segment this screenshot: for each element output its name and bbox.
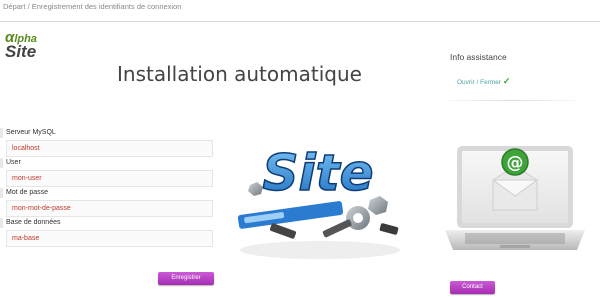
divider bbox=[448, 100, 576, 101]
database-input[interactable]: ma-base bbox=[6, 230, 213, 247]
toggle-label[interactable]: Ouvrir / Fermer bbox=[457, 79, 501, 86]
info-assistance-title: Info assistance bbox=[450, 52, 507, 62]
database-label: Base de données bbox=[0, 218, 61, 228]
user-input[interactable]: mon-user bbox=[6, 170, 213, 187]
logo-site-text: Site bbox=[5, 42, 37, 61]
contact-button[interactable]: Contact bbox=[450, 281, 495, 294]
mysql-server-input[interactable]: localhost bbox=[6, 140, 213, 157]
logo: αlpha Site bbox=[5, 30, 37, 61]
password-label: Mot de passe bbox=[0, 188, 49, 198]
illustration-site-word: Site bbox=[263, 144, 374, 202]
mysql-server-label: Serveur MySQL bbox=[0, 128, 56, 138]
svg-text:@: @ bbox=[507, 153, 524, 173]
save-button[interactable]: Enregistrer bbox=[158, 272, 214, 285]
toggle-link[interactable]: Ouvrir / Fermer ✓ bbox=[457, 76, 510, 87]
page-title: Installation automatique bbox=[117, 62, 362, 86]
laptop-email-illustration: @ bbox=[445, 146, 585, 250]
password-input[interactable]: mon-mot-de-passe bbox=[6, 200, 213, 217]
user-label: User bbox=[0, 158, 21, 168]
checkmark-icon: ✓ bbox=[502, 76, 511, 86]
breadcrumb[interactable]: Départ / Enregistrement des identifiants… bbox=[0, 0, 600, 22]
site-tools-illustration: Site bbox=[237, 143, 400, 259]
